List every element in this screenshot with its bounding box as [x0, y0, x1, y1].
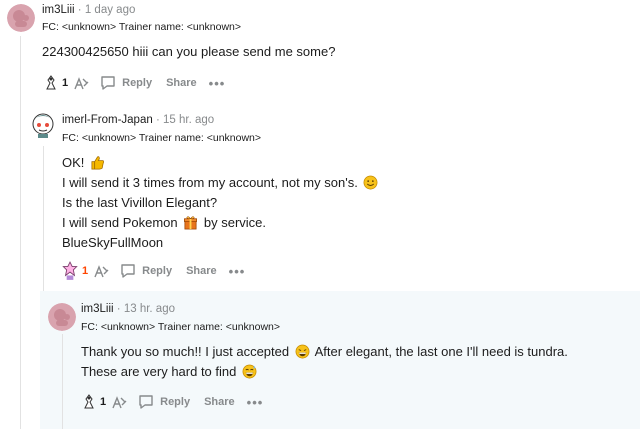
user-avatar-icon	[7, 4, 35, 32]
avatar[interactable]	[29, 110, 57, 138]
comment-actions: 1 Reply Share •••	[42, 73, 225, 93]
comment-text: After elegant, the last one I'll need is…	[314, 344, 568, 359]
reply-icon[interactable]	[120, 263, 136, 279]
more-options-button[interactable]: •••	[229, 264, 246, 279]
thread-line[interactable]	[20, 36, 21, 429]
share-button[interactable]: Share	[186, 265, 217, 277]
comment-line: These are very hard to find	[81, 362, 568, 382]
comment-text: I will send Pokemon	[62, 215, 178, 230]
comment-line: I will send Pokemon by service.	[62, 213, 380, 233]
comment-actions: 1 Reply Share •••	[60, 261, 245, 281]
comment-body: 224300425650 hiii can you please send me…	[42, 42, 335, 62]
comment-body: Thank you so much!! I just accepted Afte…	[81, 342, 568, 382]
comment-meta: im3Liii · 1 day ago	[42, 3, 135, 17]
comment-line: I will send it 3 times from my account, …	[62, 173, 380, 193]
thumbs-up-icon	[91, 156, 104, 170]
timestamp[interactable]: 15 hr. ago	[163, 114, 214, 126]
user-flair: FC: <unknown> Trainer name: <unknown>	[42, 21, 242, 33]
snoo-avatar-icon	[32, 113, 54, 138]
user-avatar-icon	[48, 303, 76, 331]
reply-button[interactable]: Reply	[142, 265, 172, 277]
comment-body: OK! I will send it 3 times from my accou…	[62, 153, 380, 253]
award-icon[interactable]	[80, 393, 98, 411]
reply-icon[interactable]	[138, 394, 154, 410]
grinning-face-icon	[295, 344, 310, 359]
give-award-icon[interactable]	[72, 74, 90, 92]
share-button[interactable]: Share	[204, 396, 235, 408]
award-count: 1	[82, 265, 89, 277]
comment-text: I will send it 3 times from my account, …	[62, 175, 358, 190]
gift-icon	[184, 216, 198, 230]
comment-text: by service.	[203, 215, 267, 230]
award-icon[interactable]	[42, 74, 60, 92]
share-button[interactable]: Share	[166, 77, 197, 89]
give-award-icon[interactable]	[110, 393, 128, 411]
meta-separator: ·	[116, 303, 121, 315]
timestamp[interactable]: 13 hr. ago	[124, 303, 175, 315]
username[interactable]: im3Liii	[81, 303, 114, 315]
comment-text: OK!	[62, 155, 85, 170]
reply-button[interactable]: Reply	[160, 396, 190, 408]
smiling-face-icon	[364, 175, 378, 190]
award-icon[interactable]	[60, 261, 80, 281]
comment-text: These are very hard to find	[81, 364, 237, 379]
sweat-smile-icon	[242, 364, 257, 379]
comment-line: Thank you so much!! I just accepted Afte…	[81, 342, 568, 362]
avatar[interactable]	[7, 4, 35, 32]
username[interactable]: imerl-From-Japan	[62, 114, 153, 126]
comment-meta: im3Liii · 13 hr. ago	[81, 302, 175, 316]
award-count: 1	[62, 77, 69, 89]
give-award-icon[interactable]	[92, 262, 110, 280]
user-flair: FC: <unknown> Trainer name: <unknown>	[62, 132, 262, 144]
meta-separator: ·	[155, 114, 160, 126]
more-options-button[interactable]: •••	[247, 395, 264, 410]
avatar[interactable]	[48, 303, 76, 331]
comment-text: BlueSkyFullMoon	[62, 235, 164, 250]
thread-line[interactable]	[62, 334, 63, 429]
more-options-button[interactable]: •••	[209, 76, 226, 91]
award-count: 1	[100, 396, 107, 408]
comment-text: Thank you so much!! I just accepted	[81, 344, 290, 359]
reply-icon[interactable]	[100, 75, 116, 91]
username[interactable]: im3Liii	[42, 4, 75, 16]
comment-actions: 1 Reply Share •••	[80, 392, 263, 412]
reply-button[interactable]: Reply	[122, 77, 152, 89]
comment-line: OK!	[62, 153, 380, 173]
comment-text: 224300425650 hiii can you please send me…	[42, 44, 336, 59]
user-flair: FC: <unknown> Trainer name: <unknown>	[81, 321, 281, 333]
comment-text: Is the last Vivillon Elegant?	[62, 195, 218, 210]
meta-separator: ·	[77, 4, 82, 16]
timestamp[interactable]: 1 day ago	[85, 4, 136, 16]
comment-meta: imerl-From-Japan · 15 hr. ago	[62, 113, 214, 127]
